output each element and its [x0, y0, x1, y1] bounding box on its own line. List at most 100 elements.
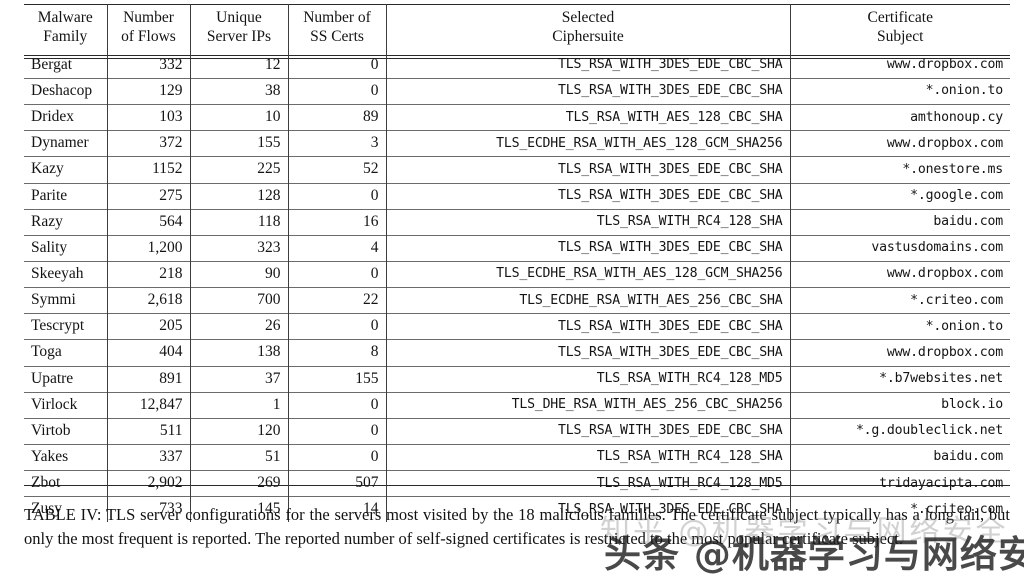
cell-number-of-ss-certs: 52: [287, 156, 387, 184]
cell-number-of-flows: 372: [106, 130, 191, 157]
table-row: Yakes 337 51 0 TLS_RSA_WITH_RC4_128_SHA baidu…: [24, 443, 1010, 471]
cell-number-of-ss-certs: 22: [287, 287, 387, 314]
cell-selected-ciphersuite: TLS_RSA_WITH_RC4_128_SHA: [385, 208, 791, 236]
cell-number-of-flows: 2,902: [106, 470, 191, 497]
cell-number-of-ss-certs: 155: [287, 365, 387, 393]
table-row: Bergat 332 12 0 TLS_RSA_WITH_3DES_EDE_CBC_SH…: [24, 52, 1010, 79]
cell-certificate-subject: block.io: [789, 391, 1010, 419]
cell-unique-server-ips: 10: [189, 104, 289, 131]
cell-selected-ciphersuite: TLS_ECDHE_RSA_WITH_AES_128_GCM_SHA256: [385, 260, 791, 288]
cell-malware-family: Tescrypt: [24, 313, 108, 340]
cell-number-of-ss-certs: 0: [287, 391, 387, 419]
cell-number-of-flows: 1,200: [106, 234, 191, 262]
table-row: Skeeyah 218 90 0 TLS_ECDHE_RSA_WITH_AES_128_…: [24, 260, 1010, 288]
table-body: Bergat 332 12 0 TLS_RSA_WITH_3DES_EDE_CBC_SH…: [24, 52, 1010, 523]
cell-selected-ciphersuite: TLS_RSA_WITH_3DES_EDE_CBC_SHA: [385, 234, 791, 262]
cell-malware-family: Zbot: [24, 470, 108, 497]
table-row: Tescrypt 205 26 0 TLS_RSA_WITH_3DES_EDE_CBC_…: [24, 313, 1010, 340]
cell-number-of-flows: 2,618: [106, 287, 191, 314]
cell-malware-family: Virtob: [24, 417, 108, 445]
cell-malware-family: Symmi: [24, 287, 108, 314]
cell-unique-server-ips: 128: [189, 182, 289, 210]
cell-number-of-ss-certs: 4: [287, 234, 387, 262]
cell-number-of-flows: 404: [106, 339, 191, 366]
cell-number-of-flows: 218: [106, 260, 191, 288]
header-line-2: of Flows: [121, 27, 176, 45]
cell-malware-family: Parite: [24, 182, 108, 210]
cell-number-of-ss-certs: 0: [287, 52, 387, 79]
cell-unique-server-ips: 323: [189, 234, 289, 262]
cell-number-of-flows: 275: [106, 182, 191, 210]
cell-number-of-flows: 1152: [106, 156, 191, 184]
cell-selected-ciphersuite: TLS_ECDHE_RSA_WITH_AES_256_CBC_SHA: [385, 287, 791, 314]
cell-number-of-ss-certs: 0: [287, 443, 387, 471]
table-row: Deshacop 129 38 0 TLS_RSA_WITH_3DES_EDE_CBC_…: [24, 77, 1010, 105]
cell-certificate-subject: *.criteo.com: [789, 287, 1010, 314]
cell-unique-server-ips: 90: [189, 260, 289, 288]
cell-certificate-subject: www.dropbox.com: [789, 260, 1010, 288]
cell-certificate-subject: *.onion.to: [789, 77, 1010, 105]
table-row: Symmi 2,618 700 22 TLS_ECDHE_RSA_WITH_AES_25…: [24, 287, 1010, 314]
cell-malware-family: Toga: [24, 339, 108, 366]
cell-number-of-flows: 332: [106, 52, 191, 79]
table-row: Dridex 103 10 89 TLS_RSA_WITH_AES_128_CBC_SH…: [24, 104, 1010, 131]
header-line-1: Malware: [37, 9, 93, 26]
cell-unique-server-ips: 51: [189, 443, 289, 471]
cell-number-of-flows: 205: [106, 313, 191, 340]
header-line-2: Server IPs: [206, 27, 272, 45]
cell-malware-family: Bergat: [24, 52, 108, 79]
cell-malware-family: Sality: [24, 234, 108, 262]
header-line-2: SS Certs: [310, 27, 364, 45]
cell-selected-ciphersuite: TLS_RSA_WITH_3DES_EDE_CBC_SHA: [385, 313, 791, 340]
column-header-number-of-flows: Number of Flows: [106, 4, 191, 53]
cell-malware-family: Deshacop: [24, 77, 108, 105]
cell-selected-ciphersuite: TLS_RSA_WITH_AES_128_CBC_SHA: [385, 104, 791, 131]
cell-malware-family: Razy: [24, 208, 108, 236]
header-line-2: Family: [43, 27, 88, 45]
column-header-unique-server-ips: Unique Server IPs: [189, 4, 289, 53]
column-header-malware-family: Malware Family: [24, 4, 108, 53]
cell-certificate-subject: baidu.com: [789, 443, 1010, 471]
table-caption: TABLE IV: TLS server configurations for …: [24, 505, 1010, 549]
cell-unique-server-ips: 37: [189, 365, 289, 393]
cell-selected-ciphersuite: TLS_RSA_WITH_3DES_EDE_CBC_SHA: [385, 52, 791, 79]
header-line-1: Number of: [303, 9, 371, 26]
cell-certificate-subject: vastusdomains.com: [789, 234, 1010, 262]
column-header-selected-ciphersuite: Selected Ciphersuite: [385, 4, 791, 53]
cell-selected-ciphersuite: TLS_RSA_WITH_RC4_128_MD5: [385, 470, 791, 497]
cell-unique-server-ips: 700: [189, 287, 289, 314]
cell-unique-server-ips: 38: [189, 77, 289, 105]
cell-number-of-ss-certs: 16: [287, 208, 387, 236]
header-line-1: Unique: [216, 9, 262, 26]
cell-selected-ciphersuite: TLS_RSA_WITH_RC4_128_SHA: [385, 443, 791, 471]
cell-number-of-flows: 12,847: [106, 391, 191, 419]
cell-certificate-subject: tridayacipta.com: [789, 470, 1010, 497]
cell-number-of-flows: 564: [106, 208, 191, 236]
table-row: Upatre 891 37 155 TLS_RSA_WITH_RC4_128_MD5 *.…: [24, 365, 1010, 393]
cell-number-of-flows: 129: [106, 77, 191, 105]
cell-unique-server-ips: 138: [189, 339, 289, 366]
cell-malware-family: Yakes: [24, 443, 108, 471]
cell-certificate-subject: www.dropbox.com: [789, 52, 1010, 79]
cell-certificate-subject: baidu.com: [789, 208, 1010, 236]
header-line-1: Number: [123, 9, 174, 26]
cell-selected-ciphersuite: TLS_RSA_WITH_3DES_EDE_CBC_SHA: [385, 77, 791, 105]
header-line-1: Certificate: [867, 9, 933, 26]
cell-number-of-ss-certs: 0: [287, 182, 387, 210]
cell-certificate-subject: *.onestore.ms: [789, 156, 1010, 184]
column-header-certificate-subject: Certificate Subject: [789, 4, 1010, 53]
table-row: Zbot 2,902 269 507 TLS_RSA_WITH_RC4_128_MD5 t…: [24, 470, 1010, 497]
cell-number-of-flows: 511: [106, 417, 191, 445]
cell-certificate-subject: www.dropbox.com: [789, 339, 1010, 366]
cell-selected-ciphersuite: TLS_RSA_WITH_3DES_EDE_CBC_SHA: [385, 182, 791, 210]
cell-unique-server-ips: 26: [189, 313, 289, 340]
cell-certificate-subject: *.g.doubleclick.net: [789, 417, 1010, 445]
cell-unique-server-ips: 12: [189, 52, 289, 79]
cell-malware-family: Kazy: [24, 156, 108, 184]
data-table: Malware Family Number of Flows Unique Se…: [24, 4, 1010, 523]
table-row: Virlock 12,847 1 0 TLS_DHE_RSA_WITH_AES_256_…: [24, 391, 1010, 419]
cell-certificate-subject: *.b7websites.net: [789, 365, 1010, 393]
cell-selected-ciphersuite: TLS_DHE_RSA_WITH_AES_256_CBC_SHA256: [385, 391, 791, 419]
cell-number-of-flows: 891: [106, 365, 191, 393]
table-row: Kazy 1152 225 52 TLS_RSA_WITH_3DES_EDE_CBC_S…: [24, 156, 1010, 184]
